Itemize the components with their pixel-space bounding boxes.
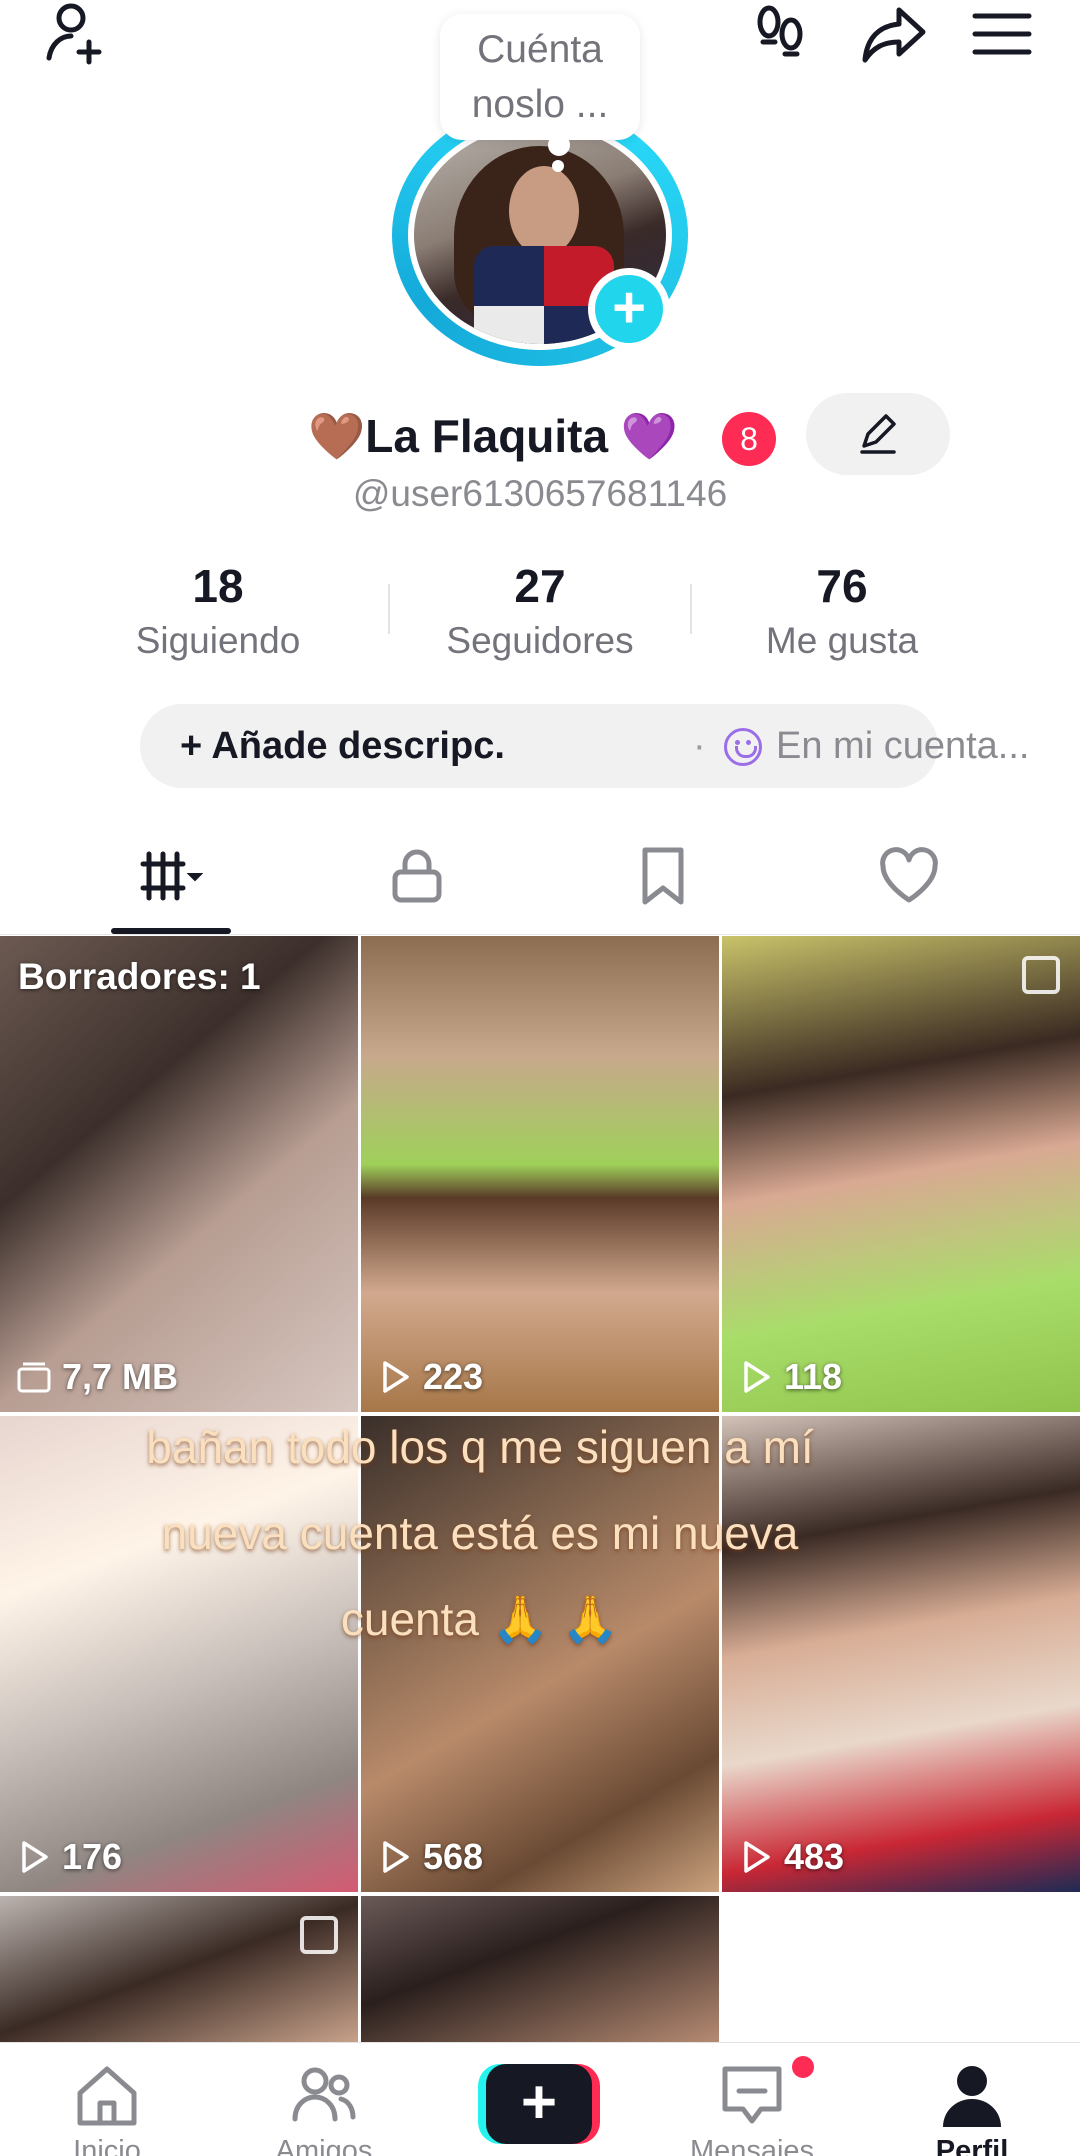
folder-icon bbox=[17, 1362, 51, 1393]
play-icon bbox=[744, 1361, 770, 1393]
bookmark-icon bbox=[642, 847, 684, 905]
nav-home[interactable]: Inicio bbox=[17, 2043, 197, 2156]
create-button[interactable]: + bbox=[478, 2064, 600, 2144]
tab-private[interactable] bbox=[342, 820, 492, 932]
username: @user6130657681146 bbox=[352, 473, 728, 514]
photo-mode-icon bbox=[1022, 956, 1060, 994]
tab-saved[interactable] bbox=[588, 820, 738, 932]
add-friend-icon[interactable] bbox=[38, 0, 118, 70]
footprints-icon[interactable] bbox=[740, 0, 820, 70]
overlay-caption: bañan todo los q me siguen a mí nueva cu… bbox=[146, 1421, 814, 1645]
video-thumbnail[interactable]: 223 bbox=[361, 936, 719, 1412]
play-icon bbox=[22, 1841, 48, 1873]
share-icon[interactable] bbox=[854, 0, 934, 70]
create-icon: + bbox=[486, 2064, 592, 2144]
profile-icon bbox=[943, 2066, 1001, 2127]
menu-icon[interactable] bbox=[962, 0, 1042, 70]
note-bubble[interactable]: Cuénta noslo ... bbox=[440, 14, 640, 140]
unread-dot bbox=[792, 2056, 814, 2078]
play-icon bbox=[744, 1841, 770, 1873]
add-story-button[interactable]: + bbox=[588, 268, 670, 350]
tab-liked[interactable] bbox=[834, 820, 984, 932]
stat-likes[interactable]: 76 Me gusta bbox=[712, 556, 972, 666]
video-thumbnail[interactable] bbox=[361, 1896, 719, 2042]
stats-row: 18 Siguiendo 27 Seguidores 76 Me gusta bbox=[100, 556, 980, 666]
grid-icon bbox=[140, 851, 203, 901]
content-tabs bbox=[0, 820, 1080, 936]
account-status-link[interactable]: En mi cuenta... bbox=[634, 704, 1029, 788]
photo-mode-icon bbox=[300, 1916, 338, 1954]
lock-icon bbox=[392, 849, 442, 903]
bio-pill[interactable]: + Añade descripc. · En mi cuenta... bbox=[140, 704, 1029, 788]
pencil-icon bbox=[860, 414, 896, 454]
divider bbox=[690, 584, 692, 634]
play-icon bbox=[383, 1841, 409, 1873]
play-icon bbox=[383, 1361, 409, 1393]
tab-videos[interactable] bbox=[96, 820, 246, 932]
notification-badge[interactable]: 8 bbox=[722, 412, 776, 466]
inbox-icon bbox=[722, 2066, 782, 2124]
add-description-button[interactable]: + Añade descripc. bbox=[180, 704, 505, 788]
video-thumbnail[interactable]: Borradores: 1 7,7 MB bbox=[0, 936, 358, 1412]
video-thumbnail[interactable] bbox=[0, 1896, 358, 2042]
friends-icon bbox=[292, 2067, 356, 2122]
home-icon bbox=[77, 2066, 137, 2126]
plus-icon: + bbox=[595, 275, 663, 343]
edit-profile-button[interactable] bbox=[806, 393, 950, 475]
display-name: 🤎La Flaquita 💜 bbox=[308, 410, 679, 462]
stat-following[interactable]: 18 Siguiendo bbox=[88, 556, 348, 666]
nav-friends[interactable]: Amigos bbox=[234, 2043, 414, 2156]
nav-profile[interactable]: Perfil bbox=[882, 2043, 1062, 2156]
nav-inbox[interactable]: Mensajes bbox=[662, 2043, 842, 2156]
divider bbox=[388, 584, 390, 634]
heart-icon bbox=[880, 847, 938, 903]
stat-followers[interactable]: 27 Seguidores bbox=[410, 556, 670, 666]
video-thumbnail[interactable]: 118 bbox=[722, 936, 1080, 1412]
